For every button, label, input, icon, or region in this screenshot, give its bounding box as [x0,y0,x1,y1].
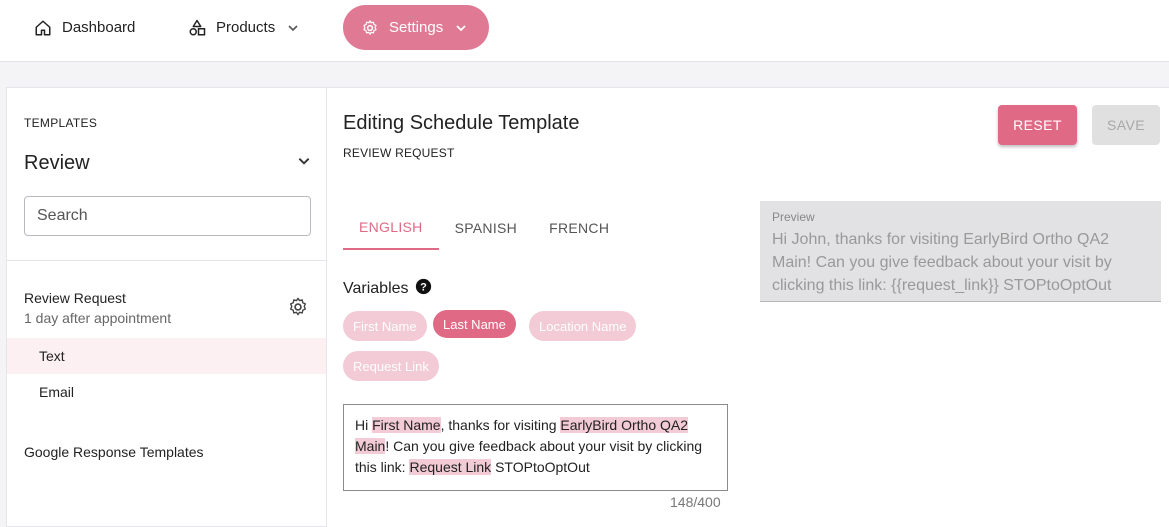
editor-text: , thanks for visiting [440,417,561,433]
variable-chip-first-name[interactable]: First Name [343,311,427,341]
variables-label: Variables [343,280,409,297]
page-title: Editing Schedule Template [343,112,580,134]
nav-products-label: Products [216,19,276,36]
sidebar-heading: TEMPLATES [24,116,98,130]
editor-text: STOPtoOptOut [491,459,590,475]
templates-sidebar: TEMPLATES Review Review Request 1 day af… [6,87,327,527]
character-counter: 148/400 [670,494,721,510]
tab-english[interactable]: ENGLISH [343,206,439,250]
help-icon[interactable]: ? [415,278,432,300]
template-item-label: Text [39,348,65,364]
template-title: Review Request [24,290,126,306]
language-tabs: ENGLISH SPANISH FRENCH [343,206,625,250]
page-subtitle: REVIEW REQUEST [343,146,455,160]
gear-icon [361,19,379,37]
reset-button[interactable]: RESET [998,105,1077,145]
editor-text: Hi [355,417,373,433]
nav-settings-label: Settings [389,19,444,36]
top-nav: Dashboard Products Settings [0,0,1169,62]
category-select[interactable]: Review [24,148,311,178]
chevron-down-icon [297,154,311,173]
chevron-down-icon [287,22,299,34]
variable-chip-request-link[interactable]: Request Link [343,351,439,381]
variable-chip-location-name[interactable]: Location Name [529,311,637,341]
tab-spanish[interactable]: SPANISH [439,206,534,250]
template-item-text[interactable]: Text [7,338,326,374]
editor-variable: First Name [372,417,441,433]
save-button[interactable]: SAVE [1092,105,1160,145]
variable-chip-last-name[interactable]: Last Name [433,310,516,338]
nav-products[interactable]: Products [178,5,309,50]
shapes-icon [188,19,206,37]
variables-heading: Variables ? [343,278,432,300]
google-response-templates-link[interactable]: Google Response Templates [24,444,204,460]
template-editor-panel: Editing Schedule Template REVIEW REQUEST… [327,87,1169,527]
template-item-email[interactable]: Email [7,374,326,410]
nav-dashboard[interactable]: Dashboard [24,5,145,50]
template-subtitle: 1 day after appointment [24,310,172,326]
search-input[interactable] [24,196,311,236]
nav-dashboard-label: Dashboard [62,19,136,36]
message-preview: Preview Hi John, thanks for visiting Ear… [760,201,1161,302]
home-icon [34,19,52,37]
template-item-label: Email [39,384,75,400]
divider [7,260,326,261]
chevron-down-icon [455,22,467,34]
category-select-value: Review [24,151,90,174]
editor-variable: Request Link [409,459,492,475]
nav-settings[interactable]: Settings [343,5,489,50]
template-settings-gear-icon[interactable] [287,296,309,323]
tab-french[interactable]: FRENCH [533,206,625,250]
svg-text:?: ? [420,281,427,293]
preview-text: Hi John, thanks for visiting EarlyBird O… [772,231,1112,294]
message-editor[interactable]: Hi First Name, thanks for visiting Early… [343,404,728,491]
preview-label: Preview [772,210,815,224]
